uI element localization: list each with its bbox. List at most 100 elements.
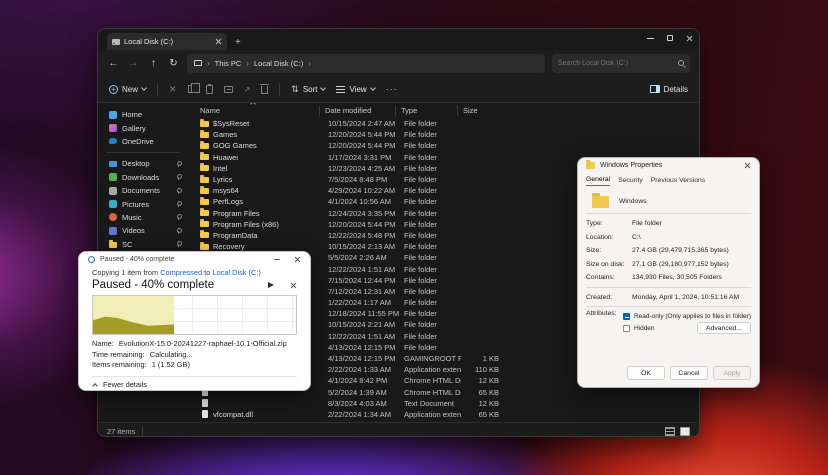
new-label: New	[122, 85, 138, 94]
properties-tab[interactable]: General	[586, 176, 610, 186]
close-icon[interactable]	[294, 256, 301, 263]
file-row[interactable]: Games 12/20/2024 5:44 PM File folder	[193, 129, 699, 140]
sidebar-item[interactable]: Videos	[98, 224, 188, 237]
chevron-down-icon	[141, 85, 147, 91]
file-row[interactable]: vfcompat.dll 2/22/2024 1:34 AM Applicati…	[193, 409, 699, 420]
chevron-right-icon: ›	[246, 59, 249, 68]
view-button[interactable]: View	[336, 85, 374, 94]
file-type: File folder	[399, 332, 461, 341]
details-label: Details	[664, 85, 688, 94]
cut-icon[interactable]: ✕	[169, 84, 177, 95]
sidebar-item[interactable]: SC	[98, 238, 188, 251]
resume-icon[interactable]	[268, 282, 274, 288]
file-type: File folder	[399, 287, 461, 296]
close-icon[interactable]	[686, 35, 693, 42]
source-folder-link[interactable]: Compressed	[160, 268, 202, 277]
sidebar-item[interactable]: Desktop	[98, 157, 188, 170]
details-view-icon[interactable]	[665, 427, 675, 436]
sidebar-item[interactable]: Home	[98, 108, 188, 121]
maximize-icon[interactable]	[667, 35, 673, 41]
back-icon[interactable]: ←	[107, 58, 120, 69]
file-name: Lyrics	[213, 175, 323, 184]
minimize-icon[interactable]	[647, 38, 654, 39]
column-name[interactable]: Name	[193, 106, 319, 116]
details-pane-icon	[650, 85, 660, 93]
detail-line: Name: EvolutionX-15.0-20241227-raphael-1…	[92, 339, 297, 350]
delete-icon[interactable]	[261, 86, 268, 94]
apply-button[interactable]: Apply	[713, 366, 751, 380]
file-name: Program Files	[213, 209, 323, 218]
file-type: Chrome HTML Do...	[399, 376, 461, 385]
advanced-button[interactable]: Advanced...	[697, 322, 751, 334]
breadcrumb[interactable]: › This PC › Local Disk (C:) ›	[187, 54, 545, 73]
file-date-modified: 7/12/2024 12:31 AM	[323, 287, 399, 296]
new-tab-button[interactable]: +	[235, 37, 241, 50]
more-options-icon[interactable]: ···	[386, 84, 398, 94]
sidebar-item[interactable]: Pictures	[98, 197, 188, 210]
ok-button[interactable]: OK	[627, 366, 665, 380]
speed-wave	[93, 316, 174, 334]
file-type: File folder	[399, 242, 461, 251]
folder-icon	[200, 165, 209, 171]
column-size[interactable]: Size	[457, 106, 501, 116]
copy-icon[interactable]	[188, 85, 195, 93]
sidebar-item[interactable]: OneDrive	[98, 135, 188, 148]
column-type[interactable]: Type	[395, 106, 457, 116]
sort-label: Sort	[303, 85, 318, 94]
close-icon[interactable]	[744, 162, 751, 169]
chevron-right-icon: ›	[207, 59, 210, 68]
search-input[interactable]	[558, 60, 678, 67]
up-icon[interactable]: ↑	[147, 58, 160, 69]
properties-tab[interactable]: Security	[618, 177, 643, 186]
file-date-modified: 5/2/2024 1:39 AM	[323, 388, 399, 397]
forward-icon[interactable]: →	[127, 58, 140, 69]
readonly-checkbox[interactable]	[623, 313, 630, 320]
plus-icon: +	[109, 85, 118, 94]
rename-icon[interactable]	[224, 86, 233, 93]
file-row[interactable]: GOG Games 12/20/2024 5:44 PM File folder	[193, 140, 699, 151]
file-row[interactable]: $SysReset 10/15/2024 2:47 AM File folder	[193, 118, 699, 129]
file-type: File folder	[399, 164, 461, 173]
tab-close-icon[interactable]	[215, 38, 222, 45]
tab-local-disk-c[interactable]: Local Disk (C:)	[107, 33, 227, 50]
large-icons-view-icon[interactable]	[680, 427, 690, 436]
file-type: File folder	[399, 343, 461, 352]
refresh-icon[interactable]: ↻	[167, 58, 180, 69]
copy-dialog-icon	[88, 256, 95, 263]
sidebar-item[interactable]: Music	[98, 211, 188, 224]
breadcrumb-this-pc[interactable]: This PC	[215, 59, 242, 68]
property-value: 27.1 GB (29,180,977,152 bytes)	[632, 261, 729, 268]
new-button[interactable]: + New	[109, 85, 146, 94]
cancel-button[interactable]: Cancel	[670, 366, 708, 380]
file-size: 1 KB	[461, 354, 505, 363]
search-box[interactable]	[552, 54, 690, 73]
sidebar-item-label: Downloads	[122, 173, 171, 182]
file-row[interactable]: 8/3/2024 4:03 AM Text Document 12 KB	[193, 398, 699, 409]
cancel-copy-icon[interactable]	[290, 282, 297, 289]
paste-icon[interactable]	[206, 85, 213, 94]
file-name: GOG Games	[213, 141, 323, 150]
command-toolbar: + New ✕ ↗ ⇅ Sort View ··· Details	[98, 76, 699, 103]
column-date-modified[interactable]: Date modified	[319, 106, 395, 116]
fewer-details-button[interactable]: Fewer details	[92, 377, 297, 393]
sidebar-item[interactable]: Downloads	[98, 171, 188, 184]
property-row: Size on disk: 27.1 GB (29,180,977,152 by…	[586, 258, 751, 272]
sidebar-item[interactable]: Gallery	[98, 121, 188, 134]
breadcrumb-local-disk[interactable]: Local Disk (C:)	[254, 59, 303, 68]
sort-button[interactable]: ⇅ Sort	[291, 84, 325, 95]
dialog-title: Paused - 40% complete	[100, 256, 269, 263]
destination-folder-link[interactable]: Local Disk (C:)	[212, 268, 260, 277]
home-icon	[109, 111, 117, 119]
details-toggle[interactable]: Details	[650, 85, 688, 94]
sidebar-item[interactable]: Documents	[98, 184, 188, 197]
file-name: Recovery	[213, 242, 323, 251]
share-icon[interactable]: ↗	[244, 85, 251, 94]
minimize-icon[interactable]	[274, 259, 280, 260]
file-size: 12 KB	[461, 399, 505, 408]
section-divider	[586, 306, 751, 307]
properties-tab[interactable]: Previous Versions	[651, 177, 705, 186]
file-type: File folder	[399, 231, 461, 240]
hidden-checkbox[interactable]	[623, 325, 630, 332]
dialog-title-bar: Windows Properties	[578, 158, 759, 173]
file-icon	[202, 399, 208, 407]
